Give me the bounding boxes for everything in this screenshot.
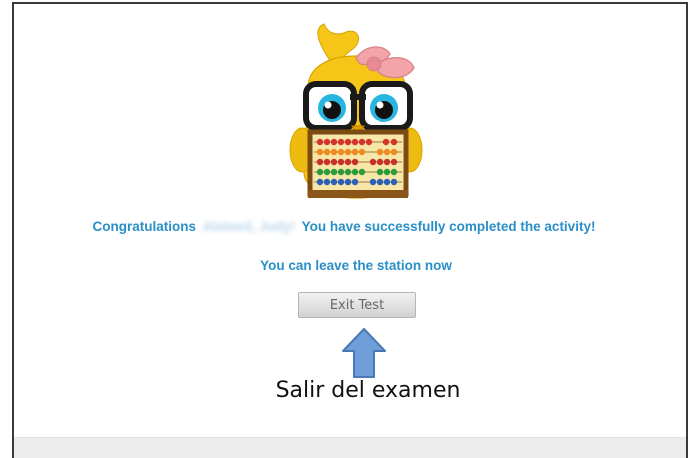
congrats-suffix: You have successfully completed the acti… xyxy=(301,219,596,234)
leave-station-message: You can leave the station now xyxy=(260,258,452,273)
owl-mascot-with-abacus-icon xyxy=(289,23,423,199)
student-name: Alateed, Judy! xyxy=(202,219,296,234)
exit-test-button[interactable]: Exit Test xyxy=(298,292,416,318)
up-arrow-icon xyxy=(342,328,386,378)
congratulations-message: Congratulations Alateed, Judy! You have … xyxy=(0,219,688,234)
annotation-caption: Salir del examen xyxy=(275,378,461,403)
footer-bar xyxy=(14,437,686,458)
congrats-prefix: Congratulations xyxy=(92,219,197,234)
